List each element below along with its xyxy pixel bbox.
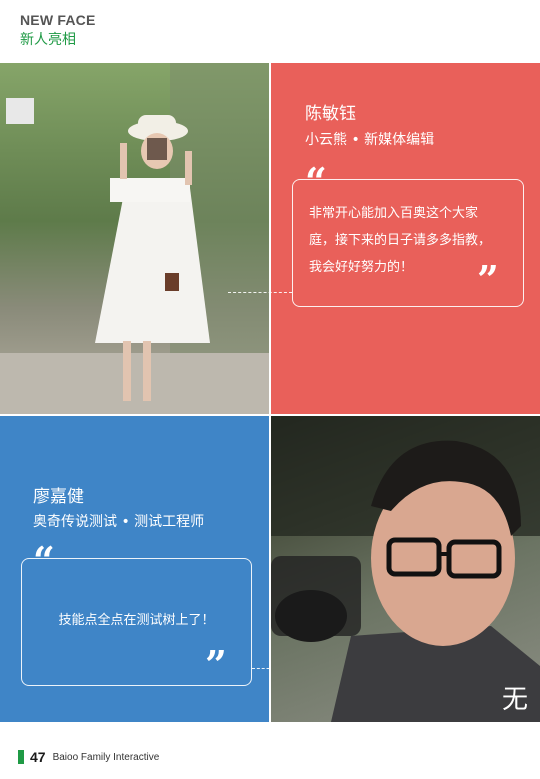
photo-person1 (0, 63, 269, 414)
photo-person2-illustration (271, 416, 540, 722)
person2-quote: 技能点全点在测试树上了！ (21, 607, 252, 634)
person1-quote-line: 庭，接下来的日子请多多指教， (309, 233, 492, 248)
close-quote-icon: ” (205, 642, 227, 687)
person2-name: 廖嘉健 (33, 487, 84, 507)
person2-quote-line: 技能点全点在测试树上了！ (58, 613, 215, 628)
photo-person2: 无 (271, 416, 540, 722)
footer-brand: Baioo Family Interactive (52, 751, 160, 763)
profiles-grid: 陈敏钰 小云熊 • 新媒体编辑 “ 非常开心能加入百奥这个大家 庭，接下来的日子… (0, 63, 540, 722)
page-footer: 47 Baioo Family Interactive (18, 748, 159, 766)
person1-name: 陈敏钰 (305, 104, 356, 124)
person2-role: 奥奇传说测试 • 测试工程师 (33, 514, 205, 530)
section-title-en: NEW FACE (20, 12, 96, 28)
photo-person1-illustration (0, 63, 269, 414)
person1-quote-line: 非常开心能加入百奥这个大家 (309, 206, 479, 221)
close-quote-icon: ” (477, 257, 499, 302)
section-title-cn: 新人亮相 (20, 32, 76, 48)
person1-role: 小云熊 • 新媒体编辑 (305, 132, 435, 148)
profile-panel-person1: 陈敏钰 小云熊 • 新媒体编辑 “ 非常开心能加入百奥这个大家 庭，接下来的日子… (271, 63, 540, 414)
profile-panel-person2: 廖嘉健 奥奇传说测试 • 测试工程师 “ 技能点全点在测试树上了！ ” (0, 416, 269, 722)
connector-line (228, 292, 292, 293)
page-number: 47 (30, 749, 46, 765)
footer-accent-bar (18, 750, 24, 764)
photo-caption: 无 (501, 685, 528, 715)
page-header: NEW FACE 新人亮相 (20, 12, 96, 49)
